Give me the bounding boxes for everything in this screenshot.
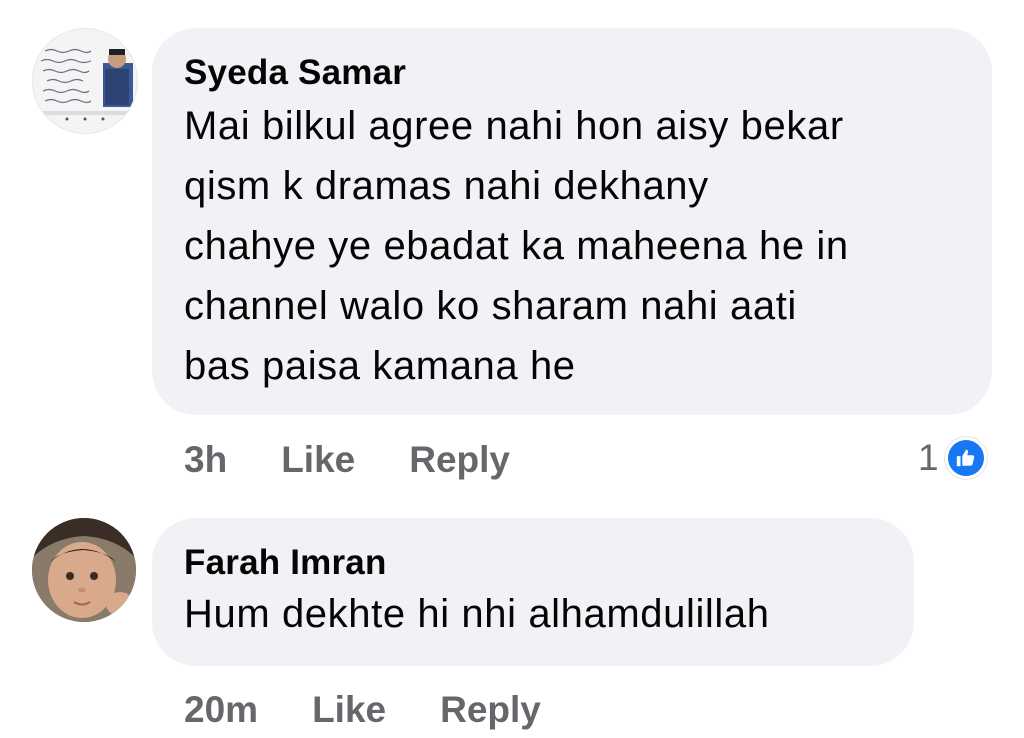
avatar-image	[32, 518, 136, 622]
comment-syeda-samar: Syeda Samar Mai bilkul agree nahi hon ai…	[0, 0, 1024, 500]
comment-actions: 3h Like Reply	[184, 436, 510, 484]
reaction-summary[interactable]: 1	[918, 434, 987, 482]
comment-text-line: bas paisa kamana he	[184, 344, 576, 388]
comment-bubble[interactable]: Farah Imran Hum dekhte hi nhi alhamdulil…	[152, 518, 914, 666]
comment-actions: 20m Like Reply	[184, 686, 541, 734]
avatar[interactable]	[32, 518, 136, 622]
like-button[interactable]: Like	[312, 689, 386, 731]
reply-button[interactable]: Reply	[440, 689, 541, 731]
comment-text: Hum dekhte hi nhi alhamdulillah	[184, 584, 884, 644]
comment-text-line: channel walo ko sharam nahi aati	[184, 284, 797, 328]
comment-timestamp[interactable]: 3h	[184, 439, 227, 481]
comment-text-line: qism k dramas nahi dekhany	[184, 164, 709, 208]
comment-farah-imran: Farah Imran Hum dekhte hi nhi alhamdulil…	[0, 500, 1024, 738]
comment-text: Mai bilkul agree nahi hon aisy bekar qis…	[184, 96, 962, 396]
like-button[interactable]: Like	[281, 439, 355, 481]
comment-author[interactable]: Syeda Samar	[184, 52, 962, 94]
avatar[interactable]	[32, 28, 138, 134]
comment-text-line: chahye ye ebadat ka maheena he in	[184, 224, 849, 268]
avatar-image	[33, 29, 137, 133]
reply-button[interactable]: Reply	[409, 439, 510, 481]
comment-bubble[interactable]: Syeda Samar Mai bilkul agree nahi hon ai…	[152, 28, 992, 415]
comment-author[interactable]: Farah Imran	[184, 542, 884, 584]
reaction-count: 1	[918, 437, 939, 478]
thumbs-up-icon	[944, 437, 987, 479]
comment-timestamp[interactable]: 20m	[184, 689, 258, 731]
comment-text-line: Hum dekhte hi nhi alhamdulillah	[184, 592, 770, 636]
comment-text-line: Mai bilkul agree nahi hon aisy bekar	[184, 104, 844, 148]
